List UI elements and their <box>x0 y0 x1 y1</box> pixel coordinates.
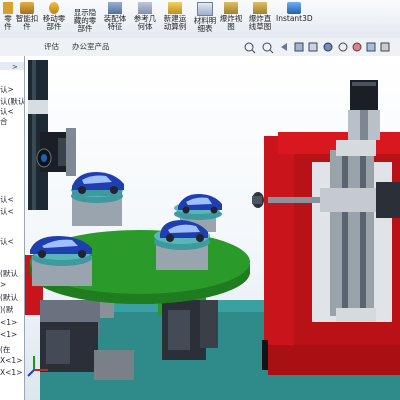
tree-item[interactable]: <1> <box>0 330 17 339</box>
apply-scene-icon[interactable] <box>366 42 376 52</box>
tree-item[interactable]: (默认 <box>0 268 18 279</box>
tree-item[interactable]: 认< <box>0 206 14 217</box>
zoom-to-fit-icon[interactable] <box>244 42 256 54</box>
reference-geometry-icon <box>138 2 152 14</box>
ribbon-label: 部件 <box>46 22 62 31</box>
ribbon-label: 线草图 <box>248 22 272 31</box>
tree-item[interactable]: (默认 <box>0 292 18 303</box>
camera-unit <box>36 128 76 176</box>
section-view-icon[interactable] <box>294 42 304 52</box>
display-style-icon[interactable] <box>323 42 333 52</box>
graphics-area[interactable] <box>25 56 400 400</box>
ribbon-label: 何体 <box>137 22 153 31</box>
assembly-feature-icon <box>108 2 122 14</box>
assembly-model <box>25 60 400 400</box>
edit-appearance-icon[interactable] <box>352 42 362 52</box>
previous-view-icon[interactable] <box>281 43 287 51</box>
ribbon-label: 件 <box>23 22 31 31</box>
ribbon-label: 件 <box>4 22 12 31</box>
exploded-view-icon <box>224 2 238 14</box>
vertical-linear-axis <box>330 140 376 322</box>
ribbon-label: Instant3D <box>276 14 313 23</box>
tree-item[interactable]: 认< <box>0 236 14 247</box>
tree-item[interactable]: (在 <box>0 344 10 355</box>
explode-line-icon <box>253 2 267 14</box>
view-orientation-icon[interactable] <box>308 42 318 52</box>
ribbon-label: 特征 <box>107 22 123 31</box>
zoom-to-area-icon[interactable] <box>262 42 274 54</box>
ribbon-label: 动算例 <box>163 22 187 31</box>
tree-item[interactable]: X<1> <box>0 368 22 377</box>
heads-up-view-toolbar <box>244 42 390 54</box>
ribbon-button-new-motion-study[interactable]: 新建运 动算例 <box>160 2 190 36</box>
command-ribbon: 零 件 智能扣 件 移动零 部件 显示隐 藏的零 部件 装配体 特征 参考几 何… <box>0 0 400 39</box>
part-icon <box>3 2 13 14</box>
ribbon-button-move-component[interactable]: 移动零 部件 <box>40 2 68 36</box>
view-settings-icon[interactable] <box>380 42 390 52</box>
move-component-icon <box>49 2 59 14</box>
tree-item[interactable]: 合 <box>0 116 8 127</box>
motion-study-icon <box>168 2 182 14</box>
feature-manager-tree: > 认> 认(默认 认< 合 认< 认< 认< (默认 > (默认 )(默 <1… <box>0 56 25 400</box>
ribbon-button-reference-geometry[interactable]: 参考几 何体 <box>130 2 160 36</box>
smart-fastener-icon <box>20 2 34 14</box>
tree-item[interactable]: )(默 <box>0 304 13 315</box>
ribbon-label: 图 <box>227 22 235 31</box>
tree-item[interactable]: 认> <box>0 84 14 95</box>
ribbon-button-exploded-view[interactable]: 爆炸视 图 <box>218 2 244 36</box>
ribbon-button-assembly-features[interactable]: 装配体 特征 <box>100 2 130 36</box>
ribbon-button-explode-line-sketch[interactable]: 爆炸直 线草图 <box>246 2 274 36</box>
ribbon-button-instant3d[interactable]: Instant3D <box>276 2 313 36</box>
tree-item[interactable]: <1> <box>0 318 17 327</box>
ribbon-button-smart-fastener[interactable]: 智能扣 件 <box>14 2 40 36</box>
tree-item[interactable]: > <box>0 280 6 289</box>
tree-item[interactable]: X<1> <box>0 356 22 365</box>
tree-item[interactable]: 认< <box>0 194 14 205</box>
bom-icon <box>197 2 213 16</box>
ribbon-button-bill-of-materials[interactable]: 材料明 细表 <box>190 2 220 36</box>
expand-icon[interactable]: > <box>12 63 18 71</box>
stepper-motor <box>348 80 380 140</box>
hide-show-items-icon[interactable] <box>338 42 348 52</box>
ribbon-label: 细表 <box>197 24 213 33</box>
instant3d-icon <box>287 2 301 14</box>
ribbon-label: 部件 <box>77 24 93 33</box>
